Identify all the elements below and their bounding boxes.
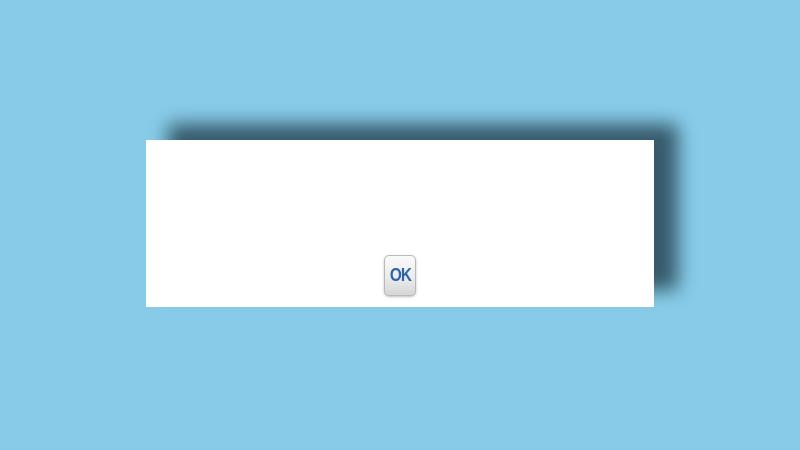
ok-button-label: OK [389,265,411,285]
message-dialog: OK [146,140,654,307]
ok-button[interactable]: OK [384,255,416,296]
